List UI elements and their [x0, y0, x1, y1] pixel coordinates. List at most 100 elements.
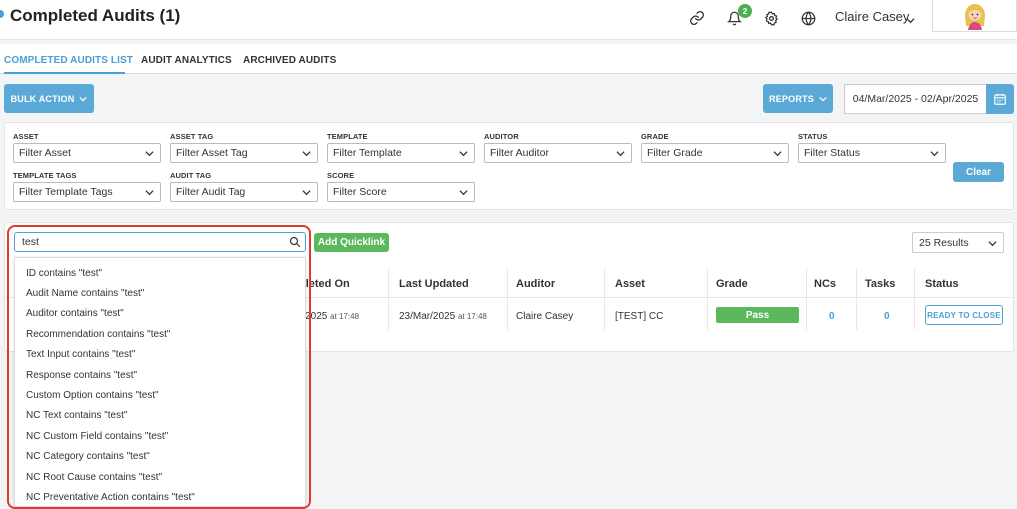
filter-status-select[interactable]: Filter Status [798, 143, 946, 163]
active-tab-indicator [4, 72, 125, 74]
column-divider [914, 268, 915, 330]
filter-label-score: SCORE [327, 171, 355, 180]
filter-audit-tag-value: Filter Audit Tag [176, 186, 246, 198]
tab-audit-analytics[interactable]: AUDIT ANALYTICS [141, 55, 232, 66]
suggestion-item[interactable]: Response contains "test" [26, 370, 137, 381]
filter-label-audit-tag: AUDIT TAG [170, 171, 212, 180]
globe-icon[interactable] [798, 8, 818, 28]
suggestion-item[interactable]: Auditor contains "test" [26, 308, 124, 319]
filter-template-tags-value: Filter Template Tags [19, 186, 113, 198]
filter-label-template: TEMPLATE [327, 132, 368, 141]
chevron-down-icon [773, 151, 782, 157]
chevron-down-icon [988, 241, 997, 247]
suggestion-item[interactable]: Audit Name contains "test" [26, 288, 144, 299]
tab-archived-audits[interactable]: ARCHIVED AUDITS [243, 55, 336, 66]
filter-label-template-tags: TEMPLATE TAGS [13, 171, 77, 180]
suggestion-item[interactable]: NC Custom Field contains "test" [26, 431, 168, 442]
calendar-icon [994, 93, 1006, 105]
ncs-count-link[interactable]: 0 [829, 311, 835, 322]
column-header-asset[interactable]: Asset [615, 278, 645, 290]
filter-score-select[interactable]: Filter Score [327, 182, 475, 202]
cell-last-updated: 23/Mar/2025 at 17:48 [399, 311, 487, 322]
column-divider [604, 268, 605, 330]
reports-button[interactable]: REPORTS [763, 84, 833, 113]
chevron-down-icon [616, 151, 625, 157]
results-per-page-value: 25 Results [919, 236, 969, 249]
user-menu[interactable]: Claire Casey [835, 9, 909, 24]
top-bar: Completed Audits (1) 2 Claire Casey [0, 0, 1017, 40]
filter-auditor-value: Filter Auditor [490, 147, 549, 159]
suggestion-item[interactable]: Text Input contains "test" [26, 349, 135, 360]
page-title: Completed Audits (1) [10, 6, 181, 25]
grade-badge: Pass [716, 307, 799, 323]
filter-template-tags-select[interactable]: Filter Template Tags [13, 182, 161, 202]
chevron-down-icon [930, 151, 939, 157]
bulk-action-button[interactable]: BULK ACTION [4, 84, 94, 113]
chevron-down-icon [819, 96, 827, 101]
suggestion-item[interactable]: NC Preventative Action contains "test" [26, 492, 195, 503]
chevron-down-icon [302, 151, 311, 157]
filter-status-value: Filter Status [804, 147, 861, 159]
notification-badge: 2 [738, 4, 752, 18]
cell-completed-on: r/2025 at 17:48 [299, 311, 360, 322]
results-per-page-select[interactable]: 25 Results [912, 232, 1004, 253]
suggestion-item[interactable]: NC Root Cause contains "test" [26, 472, 162, 483]
suggestion-item[interactable]: Recommendation contains "test" [26, 329, 170, 340]
column-header-last-updated[interactable]: Last Updated [399, 278, 469, 290]
search-icon[interactable] [289, 235, 301, 253]
calendar-button[interactable] [986, 84, 1014, 114]
search-suggestions-dropdown: ID contains "test" Audit Name contains "… [14, 257, 306, 507]
clear-filters-button[interactable]: Clear [953, 162, 1004, 182]
chevron-down-icon [145, 151, 154, 157]
filter-grade-value: Filter Grade [647, 147, 703, 159]
column-header-grade[interactable]: Grade [716, 278, 748, 290]
cell-asset: [TEST] CC [615, 311, 664, 322]
title-marker [0, 10, 4, 18]
filter-label-status: STATUS [798, 132, 828, 141]
chevron-down-icon [145, 190, 154, 196]
filter-asset-tag-select[interactable]: Filter Asset Tag [170, 143, 318, 163]
column-header-completed-on[interactable]: pleted On [299, 278, 350, 290]
filter-audit-tag-select[interactable]: Filter Audit Tag [170, 182, 318, 202]
filter-score-value: Filter Score [333, 186, 387, 198]
column-header-tasks[interactable]: Tasks [865, 278, 895, 290]
filter-auditor-select[interactable]: Filter Auditor [484, 143, 632, 163]
add-quicklink-button[interactable]: Add Quicklink [314, 233, 389, 252]
column-divider [806, 268, 807, 330]
column-header-auditor[interactable]: Auditor [516, 278, 555, 290]
chevron-down-icon [79, 96, 88, 101]
filter-label-grade: GRADE [641, 132, 669, 141]
filter-asset-select[interactable]: Filter Asset [13, 143, 161, 163]
suggestion-item[interactable]: NC Text contains "test" [26, 410, 127, 421]
filter-label-auditor: AUDITOR [484, 132, 519, 141]
column-divider [707, 268, 708, 330]
gear-icon[interactable] [761, 8, 781, 28]
filter-grade-select[interactable]: Filter Grade [641, 143, 789, 163]
suggestion-item[interactable]: Custom Option contains "test" [26, 390, 159, 401]
chevron-down-icon [459, 190, 468, 196]
filter-asset-tag-value: Filter Asset Tag [176, 147, 248, 159]
suggestion-item[interactable]: NC Category contains "test" [26, 451, 150, 462]
search-input[interactable]: test [14, 232, 306, 252]
filter-template-select[interactable]: Filter Template [327, 143, 475, 163]
suggestion-item[interactable]: ID contains "test" [26, 268, 102, 279]
column-header-status[interactable]: Status [925, 278, 959, 290]
date-range-input[interactable]: 04/Mar/2025 - 02/Apr/2025 [844, 84, 986, 114]
filter-template-value: Filter Template [333, 147, 402, 159]
status-badge[interactable]: READY TO CLOSE [925, 305, 1003, 325]
column-divider [856, 268, 857, 330]
chevron-down-icon [302, 190, 311, 196]
tab-bar: COMPLETED AUDITS LIST AUDIT ANALYTICS AR… [0, 44, 1017, 74]
column-divider [507, 268, 508, 330]
chevron-down-icon[interactable] [906, 12, 915, 30]
column-header-ncs[interactable]: NCs [814, 278, 836, 290]
bulk-action-label: BULK ACTION [10, 93, 75, 104]
link-icon[interactable] [687, 8, 707, 28]
reports-label: REPORTS [769, 93, 814, 104]
filter-label-asset: ASSET [13, 132, 39, 141]
avatar[interactable] [932, 0, 1017, 32]
tasks-count-link[interactable]: 0 [884, 311, 890, 322]
tab-completed-audits-list[interactable]: COMPLETED AUDITS LIST [4, 55, 133, 66]
cell-auditor: Claire Casey [516, 311, 574, 322]
column-divider [388, 268, 389, 330]
